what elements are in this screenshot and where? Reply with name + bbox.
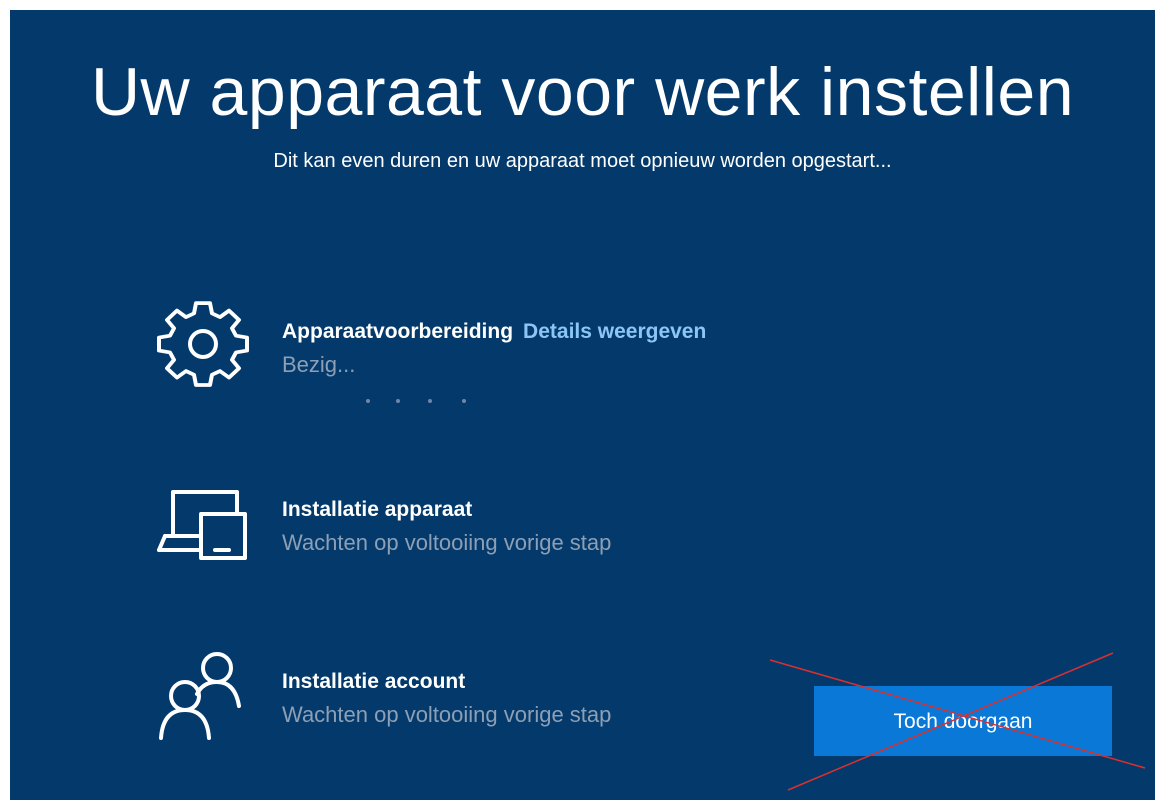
step-text: Installatie account Wachten op voltooiin…	[282, 668, 882, 730]
step-text: Apparaatvoorbereiding Details weergeven B…	[282, 318, 882, 380]
step-status: Wachten op voltooiing vorige stap	[282, 702, 612, 727]
step-title: Installatie apparaat	[282, 498, 473, 521]
step-status: Wachten op voltooiing vorige stap	[282, 530, 612, 555]
page-subtitle: Dit kan even duren en uw apparaat moet o…	[273, 150, 892, 172]
step-device-preparation: Apparaatvoorbereiding Details weergeven B…	[155, 300, 855, 410]
devices-icon	[155, 478, 251, 574]
step-status: Bezig...	[282, 352, 356, 377]
continue-anyway-button[interactable]: Toch doorgaan	[814, 686, 1112, 756]
people-icon	[155, 650, 251, 746]
progress-dot	[428, 399, 432, 403]
details-link[interactable]: Details weergeven	[523, 320, 706, 343]
step-text: Installatie apparaat Wachten op voltooii…	[282, 496, 882, 558]
step-title: Apparaatvoorbereiding	[282, 320, 514, 343]
progress-dot	[396, 399, 400, 403]
gear-icon	[155, 300, 251, 396]
step-title: Installatie account	[282, 670, 466, 693]
setup-screen: Uw apparaat voor werk instellen Dit kan …	[10, 10, 1155, 800]
progress-dot	[366, 399, 370, 403]
progress-dot	[462, 399, 466, 403]
progress-dots	[366, 399, 486, 405]
step-title-line: Apparaatvoorbereiding Details weergeven	[282, 318, 882, 346]
step-device-setup: Installatie apparaat Wachten op voltooii…	[155, 478, 855, 588]
page-title: Uw apparaat voor werk instellen	[90, 54, 1075, 130]
step-account-setup: Installatie account Wachten op voltooiin…	[155, 650, 855, 760]
